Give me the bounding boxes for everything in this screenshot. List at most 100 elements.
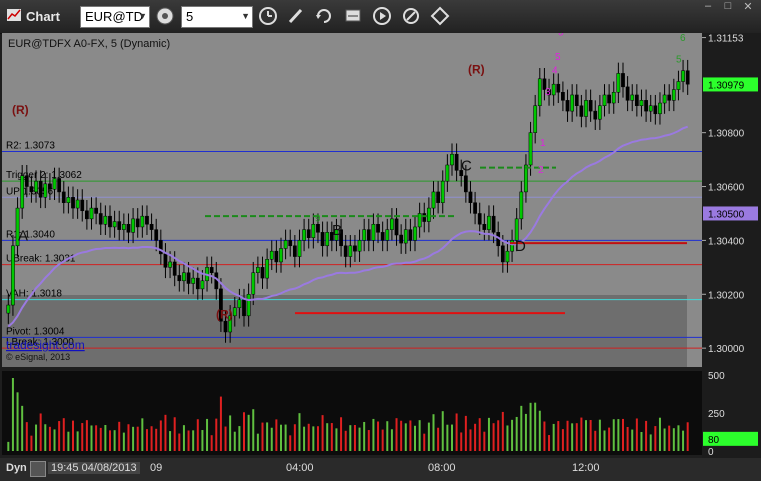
candle-body	[52, 178, 57, 190]
indicator-count: 2	[538, 165, 544, 176]
toolbar: Chart EUR@TD ▼ 5 ▼ – □ ✕	[0, 0, 761, 34]
pattern-label: B	[332, 222, 342, 239]
chevron-down-icon[interactable]: ▼	[138, 8, 147, 24]
clock-icon[interactable]	[258, 6, 278, 26]
candle-body	[533, 105, 538, 133]
mode-label[interactable]: Dyn	[6, 462, 27, 474]
candle-body	[117, 221, 122, 230]
candle-body	[154, 229, 159, 241]
level-label: R2: 1.3073	[6, 141, 55, 152]
candle-body	[408, 229, 413, 241]
candle-body	[454, 153, 459, 171]
candle-body	[658, 102, 662, 115]
layout-icon[interactable]	[430, 6, 450, 26]
chevron-down-icon[interactable]: ▼	[241, 8, 250, 24]
candle-body	[283, 240, 288, 249]
price-chart[interactable]: R2: 1.3073Trigger 2: 1.3062UBreak: 1.303…	[0, 33, 761, 458]
candle-body	[399, 234, 404, 244]
candle-body	[172, 261, 177, 276]
candle-body	[588, 100, 593, 112]
candle-body	[66, 197, 71, 203]
candle-body	[98, 213, 103, 225]
candle-body	[671, 89, 676, 101]
candle-body	[537, 78, 542, 106]
candle-body	[43, 183, 48, 198]
watermark-site[interactable]: tradesight.com	[6, 338, 85, 352]
study-icon[interactable]	[343, 6, 363, 26]
candle-body	[556, 83, 561, 93]
level-label: Trigger 2: 1.3062	[6, 170, 82, 181]
indicator-count: 6	[558, 33, 564, 39]
cursor-refresh-icon[interactable]	[314, 6, 334, 26]
pattern-label: D	[515, 238, 526, 255]
indicator-count: 4	[552, 65, 558, 76]
candle-body	[602, 94, 607, 106]
candle-body	[94, 207, 98, 214]
range-marker: (R)	[216, 308, 233, 322]
candle-body	[112, 221, 117, 228]
candle-body	[362, 229, 367, 241]
y-tick-label: 1.31153	[708, 34, 744, 45]
y-tick-label: 1.30000	[708, 344, 745, 355]
candle-body	[80, 199, 85, 212]
candle-body	[103, 215, 108, 225]
candle-body	[561, 92, 565, 101]
symbol-input[interactable]: EUR@TD ▼	[80, 6, 150, 28]
candle-body	[85, 210, 89, 220]
interval-input[interactable]: 5 ▼	[181, 6, 253, 28]
close-button[interactable]: ✕	[738, 0, 758, 16]
candle-body	[662, 94, 667, 104]
candle-body	[131, 218, 135, 233]
lock-icon[interactable]	[30, 461, 46, 477]
play-icon[interactable]	[372, 6, 392, 26]
candle-body	[482, 223, 487, 230]
refresh-icon[interactable]	[155, 6, 175, 26]
minimize-button[interactable]: –	[698, 0, 718, 16]
x-tick-1: 04:00	[286, 462, 314, 474]
candle-body	[163, 253, 168, 268]
candle-body	[168, 261, 172, 268]
x-tick-2: 08:00	[428, 462, 456, 474]
datetime-readout: 19:45 04/08/2013	[48, 462, 140, 474]
volume-tick-label: 0	[708, 447, 714, 458]
candle-body	[625, 86, 630, 101]
x-tick-3: 12:00	[572, 462, 600, 474]
indicator-count: 5	[676, 55, 682, 66]
candle-body	[242, 299, 246, 317]
marker-price-label: 1.30500	[708, 209, 745, 220]
candle-body	[477, 213, 482, 225]
candle-body	[182, 272, 186, 282]
candle-body	[6, 304, 11, 314]
candle-body	[348, 245, 353, 257]
x-tick-0: 09	[150, 462, 163, 474]
candle-body	[551, 83, 556, 96]
candle-body	[510, 240, 514, 252]
candle-body	[34, 180, 38, 193]
candle-body	[20, 175, 25, 209]
link-icon[interactable]	[401, 6, 421, 26]
indicator-count: 3	[545, 87, 551, 98]
candle-body	[237, 299, 242, 308]
candle-body	[186, 272, 191, 284]
candle-body	[436, 191, 440, 203]
volume-tick-label: 250	[708, 409, 725, 420]
pencil-icon[interactable]	[286, 6, 306, 26]
candle-body	[57, 178, 62, 193]
candle-body	[302, 229, 306, 241]
candle-body	[463, 175, 468, 193]
candle-body	[357, 240, 362, 252]
candle-body	[265, 259, 269, 279]
chart-header: EUR@TDFX A0-FX, 5 (Dynamic)	[8, 38, 170, 50]
maximize-button[interactable]: □	[718, 0, 738, 16]
candle-body	[676, 81, 681, 90]
candle-body	[431, 191, 436, 209]
chart-app-icon	[6, 7, 22, 23]
candle-body	[681, 70, 685, 82]
candle-body	[260, 267, 265, 279]
candle-body	[440, 180, 445, 203]
candle-body	[209, 267, 214, 273]
candle-body	[528, 132, 533, 166]
candle-body	[519, 191, 524, 220]
chart-window: Chart EUR@TD ▼ 5 ▼ – □ ✕ R2: 1.3073 Trig…	[0, 0, 761, 481]
candle-body	[584, 100, 588, 117]
